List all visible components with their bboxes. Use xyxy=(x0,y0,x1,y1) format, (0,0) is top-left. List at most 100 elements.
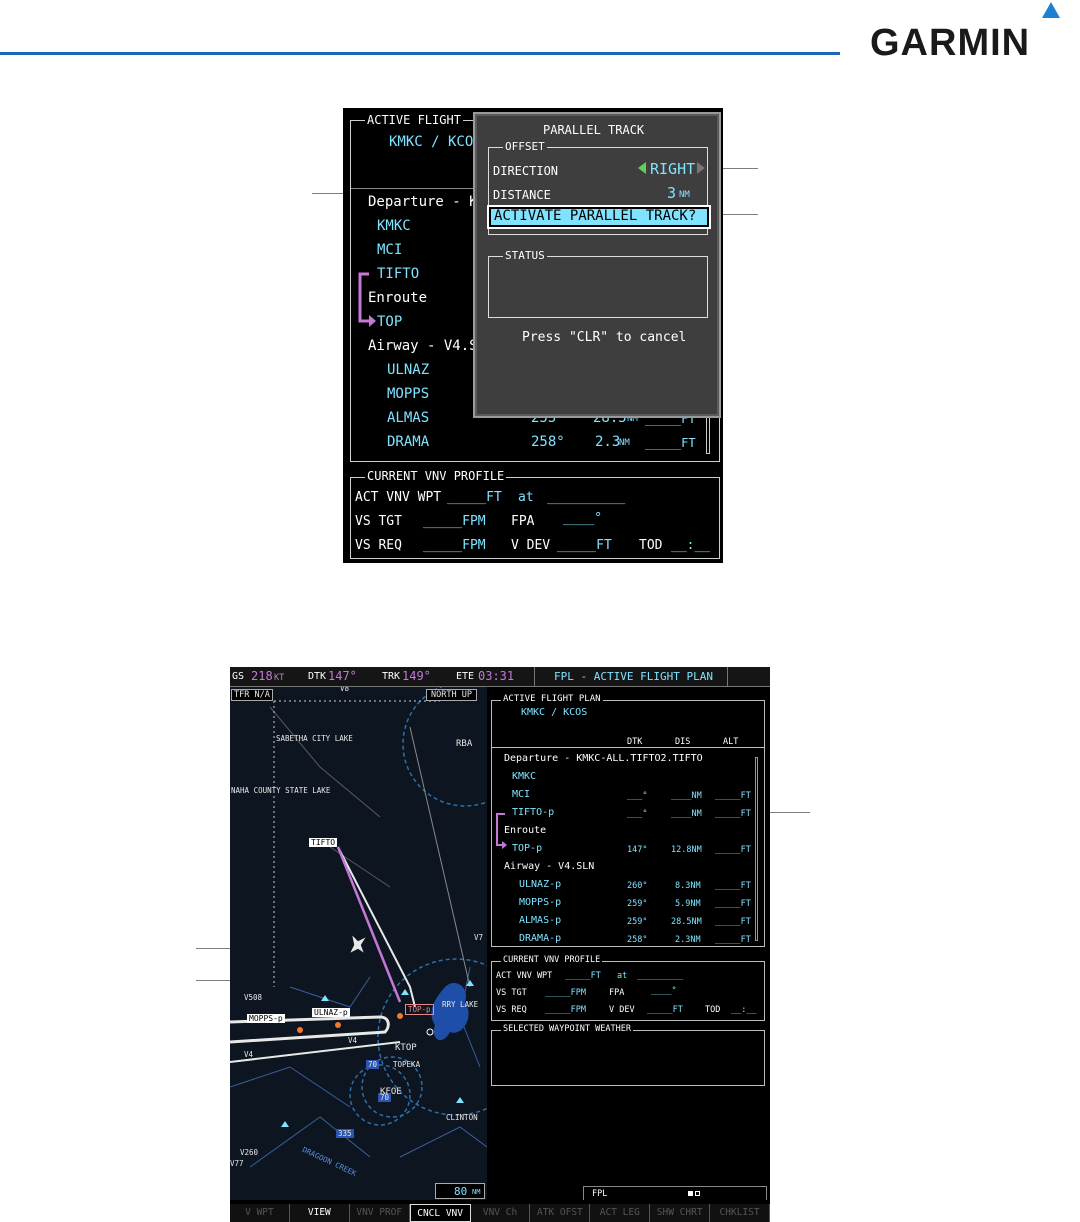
status-bar: GS 218 KT DTK 147° TRK 149° ETE 03:31 FP… xyxy=(230,667,770,687)
ulnaz-label[interactable]: ULNAZ-p xyxy=(312,1008,350,1017)
fpl-row-name[interactable]: ALMAS-p xyxy=(519,915,561,926)
tifto-label[interactable]: TIFTO xyxy=(309,838,338,847)
vnv-vdev-label: V DEV xyxy=(609,1005,635,1015)
map-label: V8 xyxy=(340,687,350,693)
leg-waypoint[interactable]: ALMAS xyxy=(387,410,429,426)
map-label: CLINTON xyxy=(446,1113,478,1122)
vnv-vdev-value: _____FT xyxy=(557,538,612,553)
vnv-vsreq-label: VS REQ xyxy=(496,1005,527,1015)
status-divider xyxy=(727,667,728,687)
vnv-act-label: ACT VNV WPT xyxy=(496,971,553,981)
leg-waypoint[interactable]: TIFTO xyxy=(377,266,419,282)
fpl-row-dtk: 260° xyxy=(627,881,648,891)
leg-waypoint[interactable]: MOPPS xyxy=(387,386,429,402)
scrollbar[interactable] xyxy=(706,416,710,454)
leg-waypoint[interactable]: KMKC xyxy=(377,218,411,234)
map-label: V4 xyxy=(244,1050,254,1059)
map-label: V7 xyxy=(474,933,484,942)
activate-parallel-track-button[interactable]: ACTIVATE PARALLEL TRACK? xyxy=(487,205,711,229)
popup-title: PARALLEL TRACK xyxy=(543,123,645,137)
vnv-vsreq-label: VS REQ xyxy=(355,538,402,553)
leg-waypoint[interactable]: ULNAZ xyxy=(387,362,429,378)
top-route: KMKC / KCO xyxy=(389,134,474,150)
fpl-row-name[interactable]: MCI xyxy=(512,789,530,800)
softkey-atk-ofst[interactable]: ATK OFST xyxy=(530,1204,591,1222)
leg-waypoint[interactable]: DRAMA xyxy=(387,434,429,450)
direction-left-arrow-icon[interactable] xyxy=(638,162,646,174)
fpl-row-header[interactable]: Departure - KMKC-ALL.TIFTO2.TIFTO xyxy=(504,753,703,764)
navigation-map[interactable]: TFR N/A NORTH UP V8 SABETHA CITY LAKE NA… xyxy=(230,687,487,1200)
vnv-vsreq-value: _____FPM xyxy=(423,538,486,553)
leg-waypoint[interactable]: TOP xyxy=(377,314,402,330)
fpl-row-name[interactable]: ULNAZ-p xyxy=(519,879,561,890)
distance-value[interactable]: 3 xyxy=(667,184,676,202)
fpl-tab-label: FPL xyxy=(592,1189,608,1199)
vnv-fpa-label: FPA xyxy=(609,988,625,998)
softkey-v-wpt[interactable]: V WPT xyxy=(230,1204,290,1222)
fpl-row-header[interactable]: Airway - V4.SLN xyxy=(504,861,594,872)
direction-value[interactable]: RIGHT xyxy=(650,160,695,178)
map-label: TOPEKA xyxy=(393,1060,421,1069)
fpl-row-dtk: 259° xyxy=(627,917,648,927)
wx-label: SELECTED WAYPOINT WEATHER xyxy=(501,1024,633,1034)
status-label: STATUS xyxy=(503,249,547,262)
fpl-row-dis: 5.9NM xyxy=(675,899,701,909)
vnv-tod-value: __:__ xyxy=(671,538,711,553)
fpl-row-dis: ____NM xyxy=(671,809,702,819)
fpl-row-header[interactable]: Enroute xyxy=(504,825,546,836)
fpl-row-name[interactable]: MOPPS-p xyxy=(519,897,561,908)
map-range: 80 xyxy=(454,1185,468,1198)
fpl-route: KMKC / KCOS xyxy=(521,707,588,718)
direction-right-arrow-icon[interactable] xyxy=(697,162,705,174)
fpl-scrollbar[interactable] xyxy=(755,757,758,941)
vnv-fpa-value: ____° xyxy=(563,511,603,526)
vnv-at: at xyxy=(617,971,628,981)
col-dtk: DTK xyxy=(627,737,643,747)
map-orientation[interactable]: NORTH UP xyxy=(426,689,477,701)
softkey-view[interactable]: VIEW xyxy=(289,1204,350,1222)
ete-label: ETE xyxy=(456,671,475,682)
fpl-row-dtk: 147° xyxy=(627,845,648,855)
vnv-fpa-value: ____° xyxy=(651,986,677,996)
map-label: KFOE xyxy=(380,1087,402,1097)
trk-value: 149° xyxy=(402,669,431,683)
trk-label: TRK xyxy=(382,671,401,682)
page-indicator-icon xyxy=(695,1191,700,1196)
softkey-shw-chrt[interactable]: SHW CHRT xyxy=(650,1204,711,1222)
map-label: RBA xyxy=(456,739,473,749)
leg-waypoint[interactable]: MCI xyxy=(377,242,402,258)
fpl-row-name[interactable]: DRAMA-p xyxy=(519,933,561,944)
softkey-vnv-ch[interactable]: VNV Ch xyxy=(470,1204,531,1222)
col-dis: DIS xyxy=(675,737,691,747)
page-indicator-icon xyxy=(688,1191,693,1196)
vnv-tod-value: __:__ xyxy=(731,1005,757,1015)
direction-label: DIRECTION xyxy=(493,164,559,178)
fpl-row-alt: _____FT xyxy=(715,935,751,945)
fpl-row-dis: ____NM xyxy=(671,791,702,801)
top-divider xyxy=(351,188,476,189)
vnv-at-value: __________ xyxy=(547,490,626,505)
top-p-label[interactable]: TOP-p xyxy=(405,1004,434,1015)
active-leg-arrow-icon xyxy=(358,272,376,327)
softkey-act-leg[interactable]: ACT LEG xyxy=(590,1204,651,1222)
softkey-chklist[interactable]: CHKLIST xyxy=(710,1204,770,1222)
active-flight-label: ACTIVE FLIGHT xyxy=(365,113,463,127)
fpl-row-name[interactable]: TOP-p xyxy=(512,843,542,854)
map-label: NAHA COUNTY STATE LAKE xyxy=(231,786,331,795)
fpl-page-tab[interactable]: FPL xyxy=(583,1186,767,1200)
vnv-act-label: ACT VNV WPT xyxy=(355,490,442,505)
ete-value: 03:31 xyxy=(478,669,515,683)
map-range-box[interactable]: 80 NM xyxy=(435,1183,485,1199)
vnv-tod-label: TOD xyxy=(639,538,663,553)
mopps-label[interactable]: MOPPS-p xyxy=(247,1014,285,1023)
fpl-row-name[interactable]: TIFTO-p xyxy=(512,807,554,818)
softkey-vnv-prof[interactable]: VNV PROF xyxy=(349,1204,410,1222)
softkey-cncl-vnv[interactable]: CNCL VNV xyxy=(409,1204,471,1222)
page-title: FPL - ACTIVE FLIGHT PLAN xyxy=(554,670,713,683)
fpl-row-alt: _____FT xyxy=(715,791,751,801)
distance-unit: NM xyxy=(679,190,690,200)
fpl-row-name[interactable]: KMKC xyxy=(512,771,536,782)
map-label: V260 xyxy=(240,1148,259,1157)
gs-label: GS xyxy=(232,671,245,682)
map-label: V4 xyxy=(348,1036,358,1045)
